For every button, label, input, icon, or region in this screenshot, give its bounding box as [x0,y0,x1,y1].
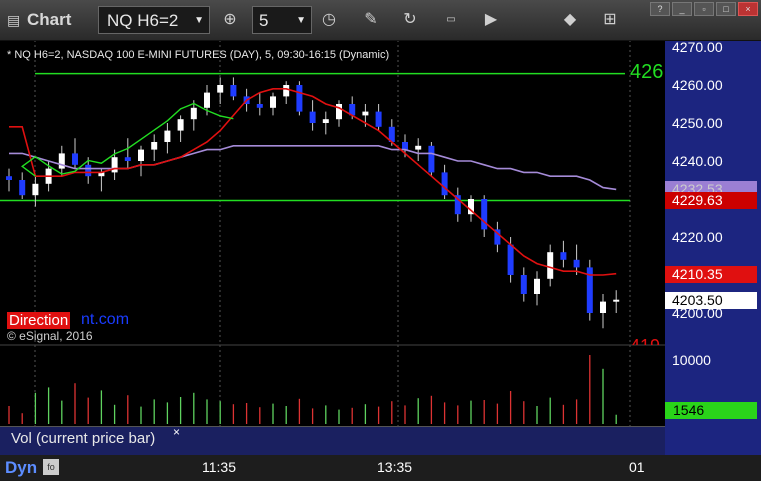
symbol-value: NQ H6=2 [107,11,179,30]
candle-body [507,244,514,275]
candle-body [270,96,276,108]
crosshair-icon[interactable]: ⊕ [216,6,244,34]
candle-body [151,142,158,150]
candle-body [204,92,210,108]
interval-select[interactable]: 5 ▼ [252,6,312,34]
refresh-icon[interactable]: ↻ [396,6,424,34]
candle-body [190,107,197,120]
candle-body [32,183,39,196]
candle-body [124,157,131,161]
chevron-down-icon: ▼ [296,15,306,26]
candle-body [322,119,329,123]
restore-icon[interactable]: ▫ [694,2,714,16]
minimize-icon[interactable]: _ [672,2,692,16]
price-tag: 4229.63 [665,192,757,210]
candle-body [560,252,567,260]
candle-body [85,164,92,177]
candle-body [441,172,448,196]
candle-body [111,157,118,173]
candle-body [217,85,224,93]
candle-body [230,85,237,97]
time-tick-label: 13:35 [377,459,413,475]
candle-body [520,275,527,294]
candle-body [375,111,382,127]
interval-value: 5 [259,11,269,30]
candle-body [58,153,65,169]
candle-body [19,180,26,196]
candle-body [72,153,78,165]
candle-body [138,149,144,161]
candle-body [296,85,303,112]
get-icon[interactable]: ▭ [437,6,465,34]
candle-body [573,259,580,268]
price-tick-label: 4240.00 [672,153,723,169]
candle-body [402,142,408,150]
price-tick-label: 4250.00 [672,115,723,131]
watermark-domain: nt.com [81,311,130,328]
bottom-label: Dyn [5,458,38,477]
candle-body [481,199,488,230]
green-line-label: 426 [630,61,664,83]
candle-body [362,111,369,116]
pencil-icon[interactable]: ✎ [357,6,385,34]
price-tick-label: 4220.00 [672,229,723,245]
price-tick-label: 4270.00 [672,39,723,55]
time-tick-label: 01 [629,459,645,475]
price-tag: 4210.35 [665,265,757,283]
grid-icon[interactable]: ⊞ [596,6,624,34]
chevron-down-icon: ▼ [194,15,204,26]
symbol-select[interactable]: NQ H6=2 ▼ [98,6,210,34]
red-line-label: 419 [630,337,660,345]
watermark-brand: Direction [7,312,71,329]
candle-body [547,252,554,279]
candle-body [534,278,540,294]
close-icon[interactable]: × [738,2,758,16]
price-tag: 4203.50 [665,291,757,309]
scale-icon[interactable]: fo [43,459,59,475]
menu-icon[interactable]: ▤ [7,12,21,28]
candle-body [600,301,606,313]
volume-axis-label: 10000 [672,352,711,368]
candle-body [309,111,316,123]
maximize-icon[interactable]: □ [716,2,736,16]
candle-body [177,119,184,131]
candle-body [428,145,435,173]
clock-icon[interactable]: ◷ [315,6,343,34]
volume-tag: 1546 [665,402,757,419]
candle-body [613,299,620,302]
candle-body [415,145,422,150]
candle-body [6,176,12,180]
candle-body [336,104,342,120]
volume-tag-value: 1546 [673,402,705,418]
price-tick-label: 4260.00 [672,77,723,93]
tag-icon[interactable]: ◆ [556,6,584,34]
candle-body [164,130,171,142]
window-title: Chart [27,10,72,29]
candle-body [256,104,263,108]
candle-body [283,85,290,97]
play-icon[interactable]: ▶ [477,6,505,34]
help-icon[interactable]: ? [650,2,670,16]
copyright-text: © eSignal, 2016 [7,329,93,343]
volume-label-text: Vol (current price bar) [11,430,156,447]
time-tick-label: 11:35 [202,459,236,475]
close-icon[interactable]: × [173,425,180,439]
chart-header: * NQ H6=2, NASDAQ 100 E-MINI FUTURES (DA… [7,49,390,61]
title-bar: ▤ Chart NQ H6=2 ▼ ⊕ 5 ▼ ◷ ✎ ↻ ▭ ▶ ◆ ⊞ ? _ … [0,0,761,41]
